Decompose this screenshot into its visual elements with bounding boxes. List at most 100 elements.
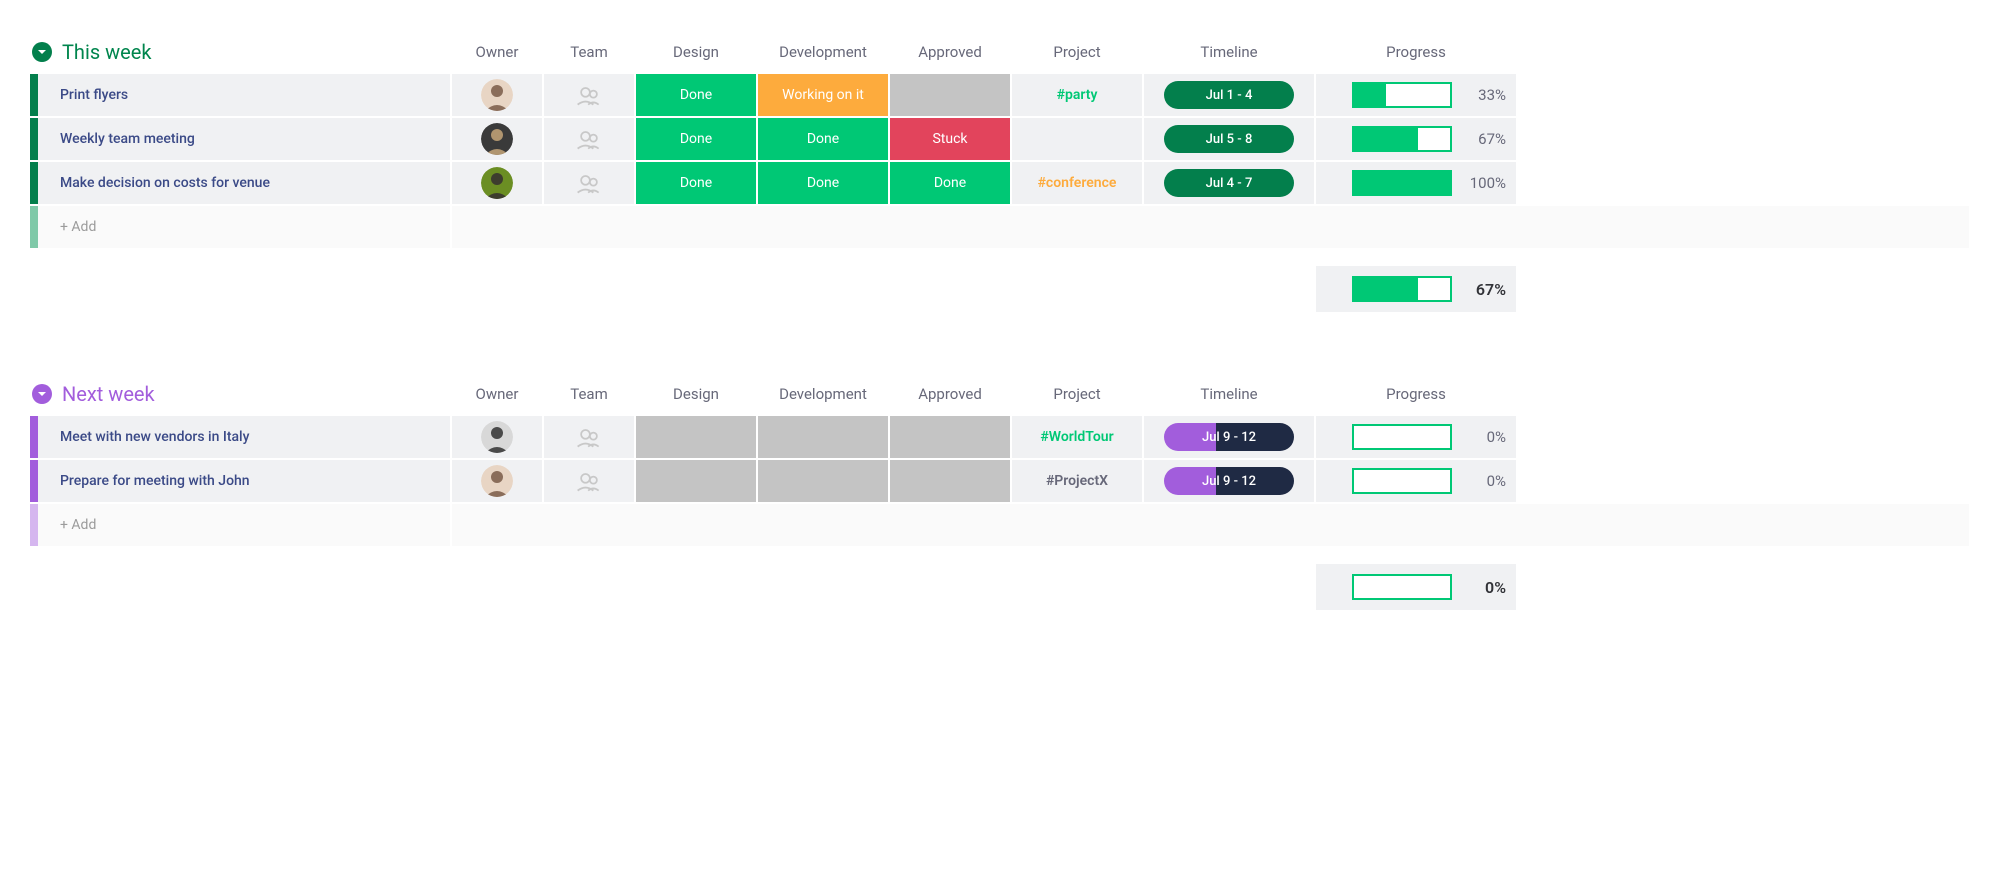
col-team[interactable]: Team <box>544 43 634 61</box>
progress-bar <box>1352 126 1452 152</box>
avatar[interactable] <box>481 421 513 453</box>
status-approved-empty[interactable] <box>890 460 1010 502</box>
status-approved-done[interactable]: Done <box>890 162 1010 204</box>
avatar[interactable] <box>481 465 513 497</box>
status-design-done[interactable]: Done <box>636 118 756 160</box>
avatar[interactable] <box>481 167 513 199</box>
team-placeholder-icon[interactable] <box>574 466 604 496</box>
timeline-pill[interactable]: Jul 1 - 4 <box>1164 81 1294 109</box>
collapse-icon[interactable] <box>32 384 52 404</box>
col-owner[interactable]: Owner <box>452 385 542 403</box>
status-development-empty[interactable] <box>758 416 888 458</box>
timeline-pill[interactable]: Jul 5 - 8 <box>1164 125 1294 153</box>
add-label: + Add <box>60 219 96 235</box>
team-placeholder-icon[interactable] <box>574 168 604 198</box>
group-summary-row: 67% <box>30 266 1969 312</box>
collapse-icon[interactable] <box>32 42 52 62</box>
team-placeholder-icon[interactable] <box>574 80 604 110</box>
task-cell[interactable]: Make decision on costs for venue <box>30 162 450 204</box>
timeline-cell[interactable]: Jul 1 - 4 <box>1144 74 1314 116</box>
timeline-pill[interactable]: Jul 9 - 12 <box>1164 467 1294 495</box>
add-row-spacer <box>452 504 1969 546</box>
col-development[interactable]: Development <box>758 43 888 61</box>
col-project[interactable]: Project <box>1012 385 1142 403</box>
project-cell[interactable]: #conference <box>1012 162 1142 204</box>
group-title[interactable]: This week <box>62 40 151 64</box>
task-name[interactable]: Print flyers <box>60 87 128 103</box>
status-design-done[interactable]: Done <box>636 74 756 116</box>
avatar[interactable] <box>481 79 513 111</box>
timeline-cell[interactable]: Jul 4 - 7 <box>1144 162 1314 204</box>
timeline-pill[interactable]: Jul 4 - 7 <box>1164 169 1294 197</box>
col-development[interactable]: Development <box>758 385 888 403</box>
status-development-done[interactable]: Done <box>758 118 888 160</box>
task-cell[interactable]: Prepare for meeting with John <box>30 460 450 502</box>
add-item-button[interactable]: + Add <box>30 504 450 546</box>
owner-cell[interactable] <box>452 162 542 204</box>
status-design-empty[interactable] <box>636 416 756 458</box>
status-development-empty[interactable] <box>758 460 888 502</box>
owner-cell[interactable] <box>452 74 542 116</box>
group-header: Next week Owner Team Design Development … <box>30 382 1969 406</box>
col-progress[interactable]: Progress <box>1316 43 1516 61</box>
col-approved[interactable]: Approved <box>890 385 1010 403</box>
row-color-bar <box>30 74 38 116</box>
team-placeholder-icon[interactable] <box>574 422 604 452</box>
add-row: + Add <box>30 504 1969 546</box>
progress-cell: 67% <box>1316 118 1516 160</box>
owner-cell[interactable] <box>452 118 542 160</box>
col-project[interactable]: Project <box>1012 43 1142 61</box>
task-cell[interactable]: Print flyers <box>30 74 450 116</box>
progress-bar <box>1352 468 1452 494</box>
task-cell[interactable]: Weekly team meeting <box>30 118 450 160</box>
timeline-cell[interactable]: Jul 9 - 12 <box>1144 460 1314 502</box>
task-name[interactable]: Prepare for meeting with John <box>60 473 250 489</box>
project-tag[interactable]: #WorldTour <box>1040 429 1113 445</box>
progress-bar <box>1352 170 1452 196</box>
col-approved[interactable]: Approved <box>890 43 1010 61</box>
progress-value: 0% <box>1464 578 1506 597</box>
team-cell[interactable] <box>544 74 634 116</box>
status-design-empty[interactable] <box>636 460 756 502</box>
col-owner[interactable]: Owner <box>452 43 542 61</box>
task-name[interactable]: Make decision on costs for venue <box>60 175 270 191</box>
status-approved-empty[interactable] <box>890 416 1010 458</box>
project-tag[interactable]: #conference <box>1038 175 1117 191</box>
progress-cell: 0% <box>1316 460 1516 502</box>
task-name[interactable]: Meet with new vendors in Italy <box>60 429 249 445</box>
status-approved-empty[interactable] <box>890 74 1010 116</box>
project-cell[interactable] <box>1012 118 1142 160</box>
project-cell[interactable]: #WorldTour <box>1012 416 1142 458</box>
col-team[interactable]: Team <box>544 385 634 403</box>
task-name[interactable]: Weekly team meeting <box>60 131 195 147</box>
timeline-cell[interactable]: Jul 9 - 12 <box>1144 416 1314 458</box>
timeline-pill[interactable]: Jul 9 - 12 <box>1164 423 1294 451</box>
owner-cell[interactable] <box>452 460 542 502</box>
timeline-cell[interactable]: Jul 5 - 8 <box>1144 118 1314 160</box>
project-cell[interactable]: #party <box>1012 74 1142 116</box>
col-design[interactable]: Design <box>636 385 756 403</box>
team-cell[interactable] <box>544 416 634 458</box>
team-placeholder-icon[interactable] <box>574 124 604 154</box>
col-timeline[interactable]: Timeline <box>1144 43 1314 61</box>
status-development-done[interactable]: Done <box>758 162 888 204</box>
owner-cell[interactable] <box>452 416 542 458</box>
group-title[interactable]: Next week <box>62 382 155 406</box>
col-progress[interactable]: Progress <box>1316 385 1516 403</box>
status-development-working[interactable]: Working on it <box>758 74 888 116</box>
team-cell[interactable] <box>544 118 634 160</box>
status-approved-stuck[interactable]: Stuck <box>890 118 1010 160</box>
team-cell[interactable] <box>544 162 634 204</box>
progress-value: 100% <box>1464 174 1506 192</box>
progress-value: 67% <box>1464 280 1506 299</box>
status-design-done[interactable]: Done <box>636 162 756 204</box>
project-tag[interactable]: #party <box>1057 87 1098 103</box>
add-item-button[interactable]: + Add <box>30 206 450 248</box>
task-cell[interactable]: Meet with new vendors in Italy <box>30 416 450 458</box>
col-timeline[interactable]: Timeline <box>1144 385 1314 403</box>
col-design[interactable]: Design <box>636 43 756 61</box>
project-tag[interactable]: #ProjectX <box>1046 473 1108 489</box>
team-cell[interactable] <box>544 460 634 502</box>
project-cell[interactable]: #ProjectX <box>1012 460 1142 502</box>
avatar[interactable] <box>481 123 513 155</box>
